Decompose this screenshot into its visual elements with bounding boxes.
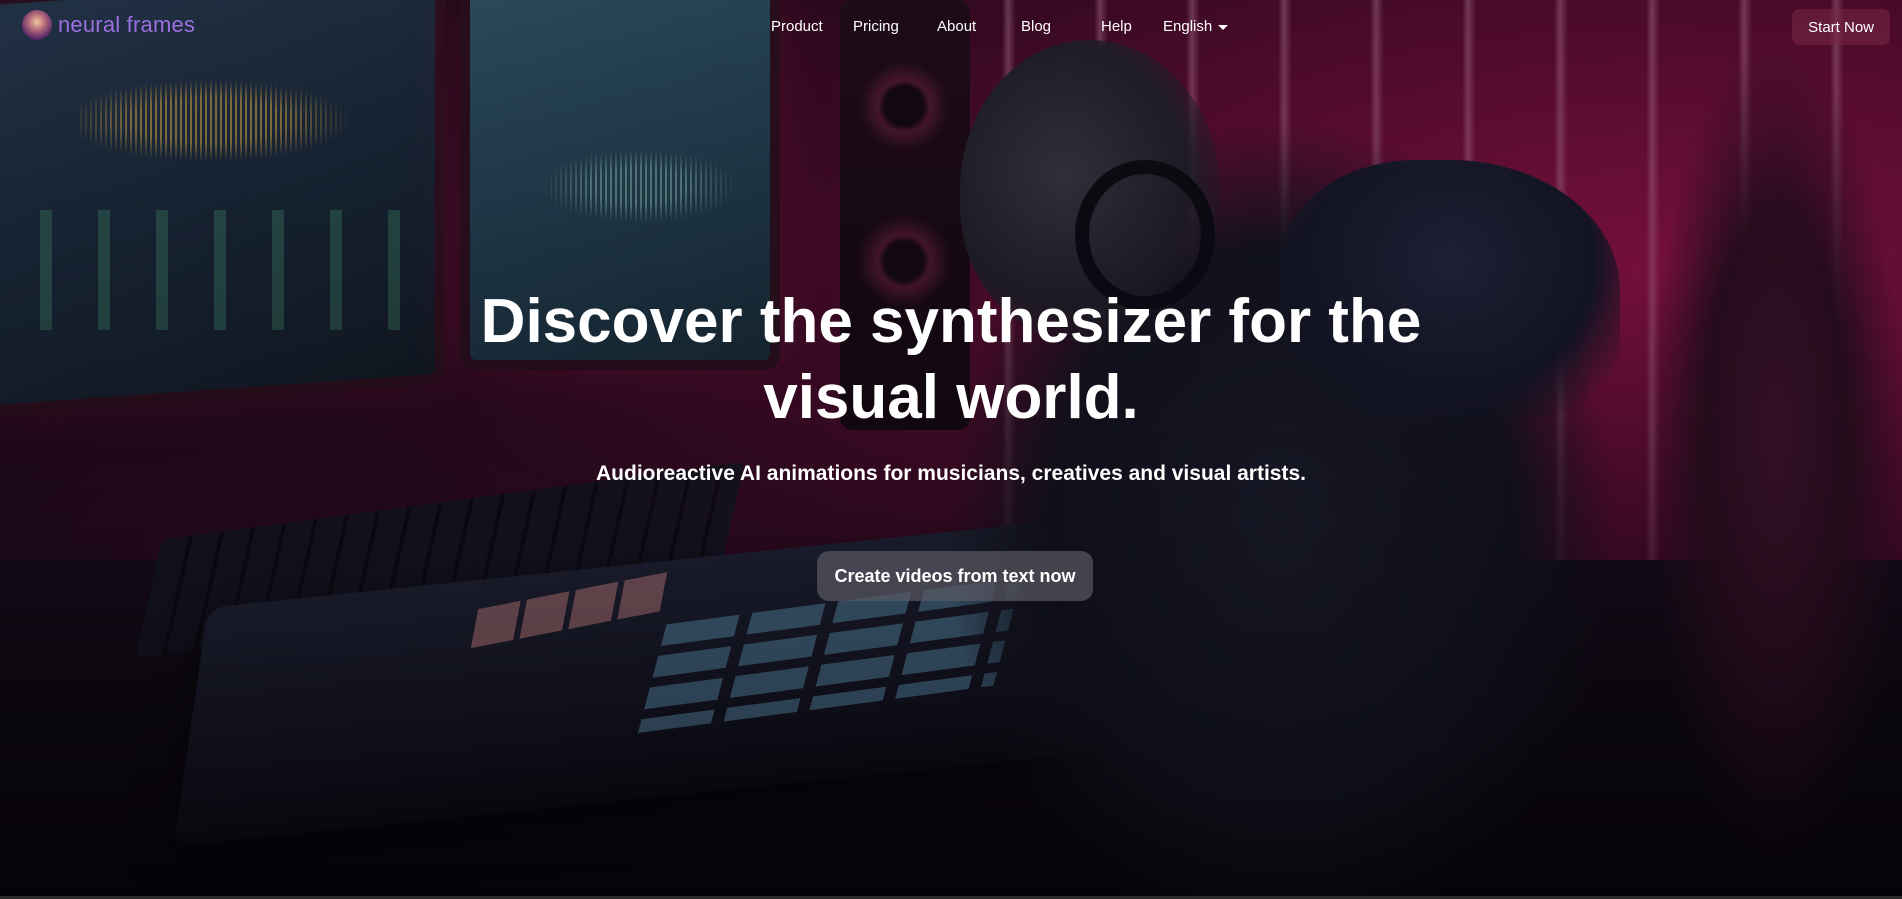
language-label: English	[1163, 18, 1213, 35]
hero-title: Discover the synthesizer for the visual …	[0, 284, 1902, 436]
top-navigation: neural frames Product Pricing About Blog…	[0, 0, 1902, 56]
caret-down-icon	[1218, 25, 1229, 30]
language-selector[interactable]: English	[1163, 18, 1229, 35]
hero-title-line-2: visual world.	[763, 363, 1139, 432]
nav-item-product[interactable]: Product	[771, 18, 823, 35]
hero-subtitle: Audioreactive AI animations for musician…	[596, 462, 1306, 485]
squirrel-avatar-icon	[22, 10, 52, 40]
brand-name: neural frames	[58, 12, 196, 37]
nav-item-blog[interactable]: Blog	[1021, 18, 1051, 35]
nav-item-help[interactable]: Help	[1101, 18, 1132, 35]
hero-background-image	[0, 0, 1902, 899]
start-now-button[interactable]: Start Now	[1792, 9, 1890, 45]
dark-overlay	[0, 0, 1902, 899]
nav-item-pricing[interactable]: Pricing	[853, 18, 899, 35]
hero-title-line-1: Discover the synthesizer for the	[480, 287, 1422, 356]
create-videos-button[interactable]: Create videos from text now	[817, 551, 1093, 601]
brand-logo-link[interactable]: neural frames	[22, 10, 195, 40]
nav-item-about[interactable]: About	[937, 18, 976, 35]
